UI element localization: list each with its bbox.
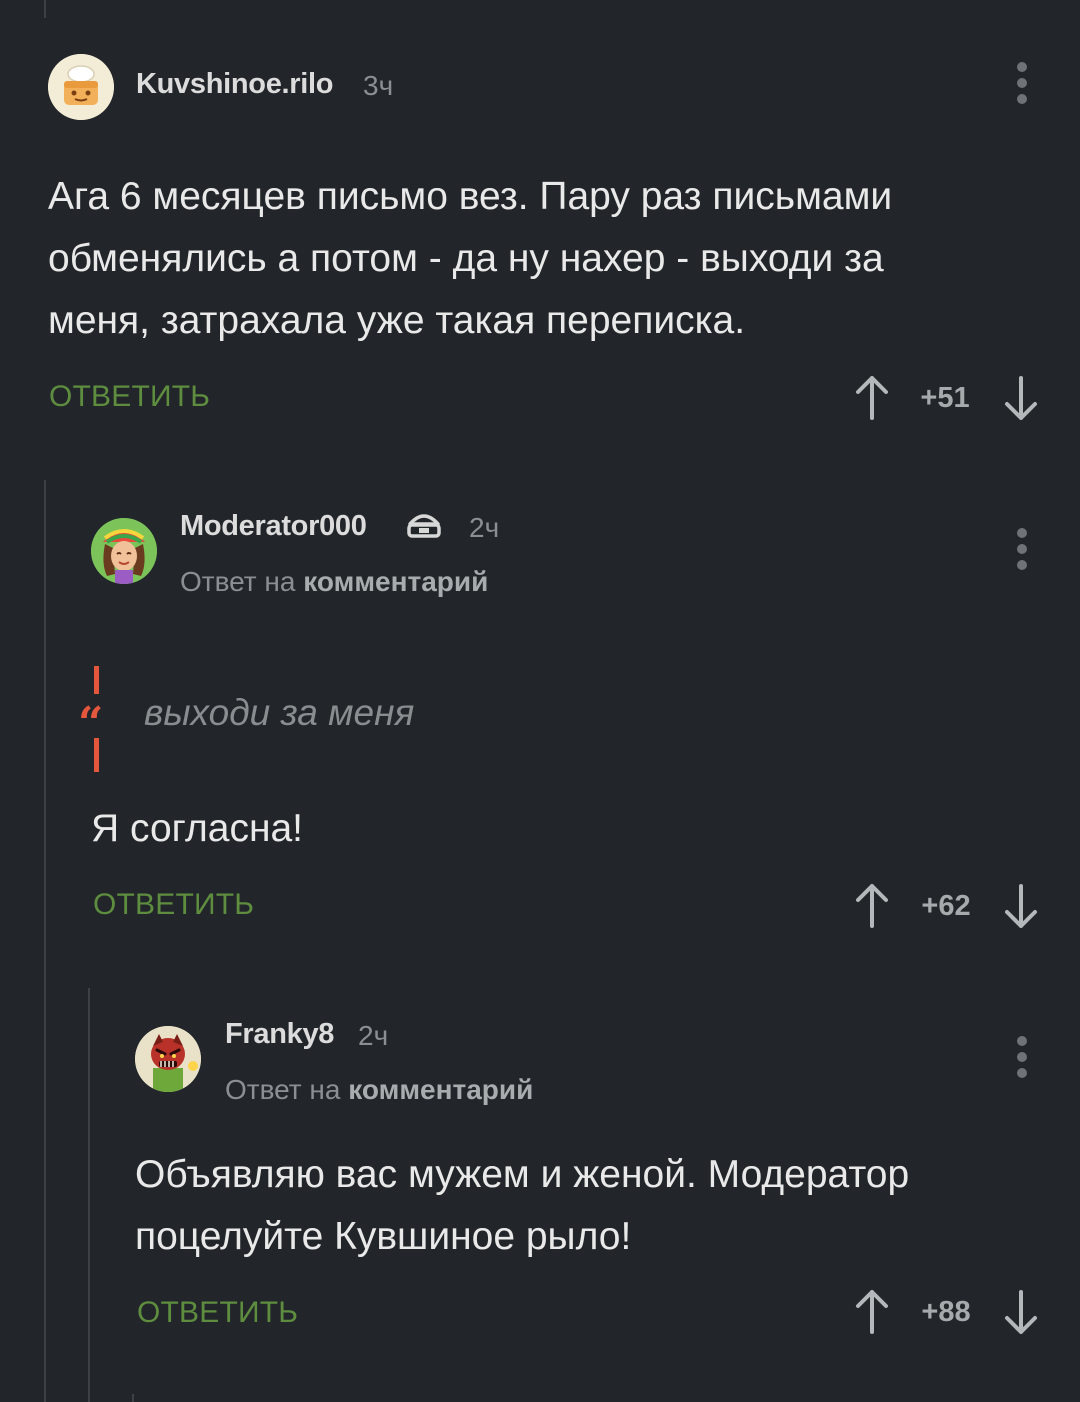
- downvote-arrow-icon[interactable]: [999, 882, 1043, 930]
- reply-to-label: Ответ на комментарий: [225, 1074, 533, 1106]
- reply-button[interactable]: ОТВЕТИТЬ: [137, 1296, 298, 1330]
- girl-rasta-hat-icon: [91, 518, 157, 584]
- downvote-arrow-icon[interactable]: [999, 374, 1043, 422]
- comment-text: Я согласна!: [91, 807, 304, 850]
- avatar[interactable]: [91, 518, 157, 584]
- upvote-arrow-icon[interactable]: [850, 374, 894, 422]
- comment: Franky8 2ч Ответ на комментарий Объявляю…: [0, 988, 1080, 1402]
- score: +62: [921, 890, 971, 922]
- comment-time: 2ч: [469, 512, 500, 543]
- downvote-arrow-icon[interactable]: [999, 1288, 1043, 1336]
- avatar[interactable]: [48, 54, 114, 120]
- upvote-arrow-icon[interactable]: [850, 1288, 894, 1336]
- comment-text: Объявляю вас мужем и женой. Модератор по…: [135, 1153, 910, 1258]
- score: +51: [920, 382, 970, 414]
- reply-to-link[interactable]: комментарий: [348, 1074, 533, 1105]
- quote-text: выходи за меня: [144, 692, 415, 733]
- author-name[interactable]: Franky8: [225, 1018, 334, 1051]
- quote-icon: “: [78, 698, 104, 749]
- chef-cake-icon: [48, 54, 114, 120]
- more-menu-icon[interactable]: [1012, 62, 1032, 106]
- reply-button[interactable]: ОТВЕТИТЬ: [49, 380, 210, 414]
- avatar[interactable]: [135, 1026, 201, 1092]
- reply-prefix: Ответ на: [225, 1074, 341, 1105]
- reply-button[interactable]: ОТВЕТИТЬ: [93, 888, 254, 922]
- score: +88: [921, 1296, 971, 1328]
- comment-time: 2ч: [358, 1020, 389, 1051]
- author-name[interactable]: Moderator000: [180, 510, 367, 543]
- red-monster-icon: [135, 1026, 201, 1092]
- more-menu-icon[interactable]: [1012, 1036, 1032, 1080]
- comment: Kuvshinoe.rilo 3ч Ага 6 месяцев письмо в…: [0, 0, 1080, 440]
- quote-bar: [94, 738, 99, 772]
- author-name[interactable]: Kuvshinoe.rilo: [136, 68, 334, 101]
- upvote-arrow-icon[interactable]: [850, 882, 894, 930]
- comment-time: 3ч: [363, 70, 394, 101]
- moderator-badge-icon: [407, 514, 441, 538]
- reply-to-label: Ответ на комментарий: [180, 566, 488, 598]
- reply-to-link[interactable]: комментарий: [303, 566, 488, 597]
- comment-text: Ага 6 месяцев письмо вез. Пару раз письм…: [48, 175, 893, 342]
- reply-prefix: Ответ на: [180, 566, 296, 597]
- comment: Moderator000 2ч Ответ на комментарий “ в…: [0, 480, 1080, 960]
- more-menu-icon[interactable]: [1012, 528, 1032, 572]
- quote-bar: [94, 666, 99, 694]
